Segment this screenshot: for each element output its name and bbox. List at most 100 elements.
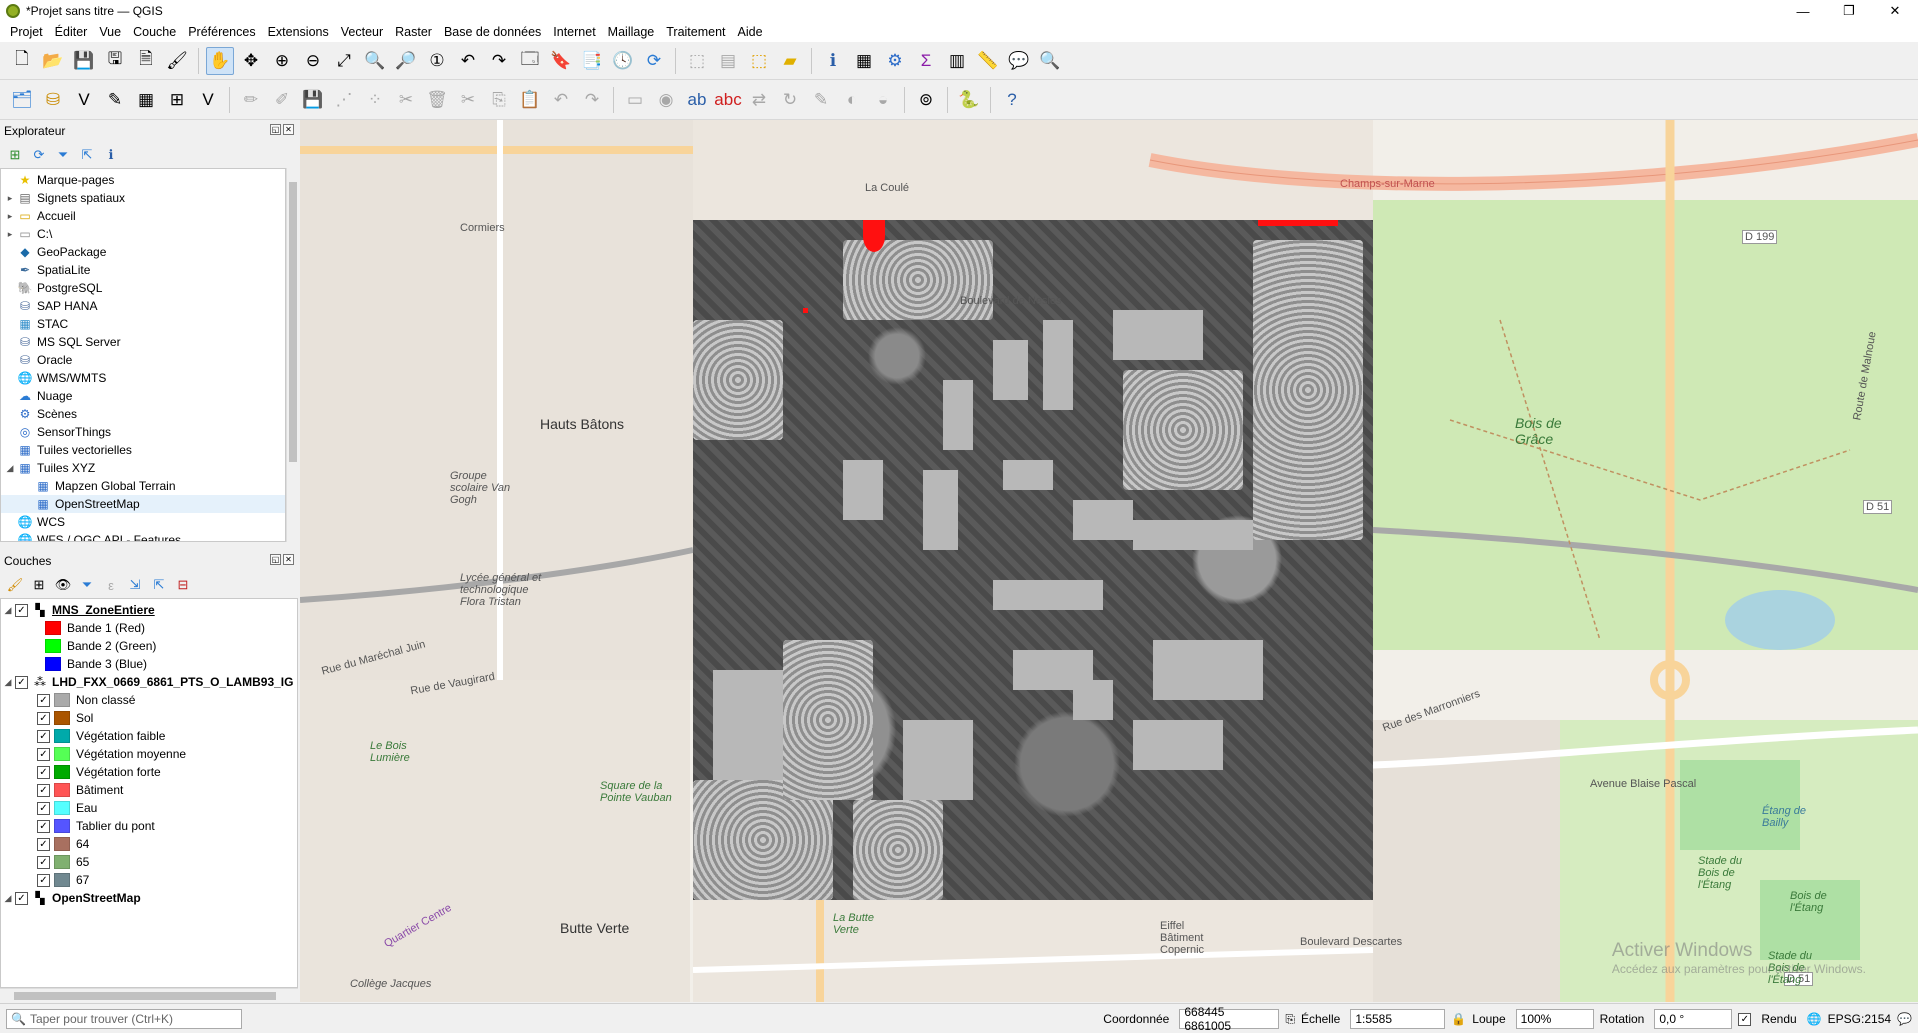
browser-item[interactable]: ◆ GeoPackage xyxy=(1,243,285,261)
locator-search-input[interactable]: 🔍 Taper pour trouver (Ctrl+K) xyxy=(6,1009,242,1029)
settings-gear-icon[interactable]: ⚙ xyxy=(881,47,909,75)
menu-couche[interactable]: Couche xyxy=(127,25,182,39)
browser-item[interactable]: ▸ ▭ C:\ xyxy=(1,225,285,243)
add-selected-layers-icon[interactable]: ⊞ xyxy=(6,146,24,164)
expand-arrow-icon[interactable]: ▸ xyxy=(3,211,17,222)
menu-extensions[interactable]: Extensions xyxy=(262,25,335,39)
layer-row-mns[interactable]: ◢ ✓ ▚ MNS_ZoneEntiere xyxy=(1,601,297,619)
zoom-in-icon[interactable]: ⊕ xyxy=(268,47,296,75)
digitize-icon[interactable]: ⋰ xyxy=(330,86,358,114)
browser-scrollbar[interactable] xyxy=(286,168,298,542)
undock-icon[interactable]: ◱ xyxy=(270,554,281,565)
menu-internet[interactable]: Internet xyxy=(547,25,601,39)
show-bookmarks-icon[interactable]: 📑 xyxy=(578,47,606,75)
messages-icon[interactable]: 💬 xyxy=(1897,1012,1912,1026)
expand-arrow-icon[interactable]: ▸ xyxy=(3,193,17,204)
add-raster-icon[interactable]: ▦ xyxy=(132,86,160,114)
zoom-last-icon[interactable]: ↶ xyxy=(454,47,482,75)
class-visibility-checkbox[interactable]: ✓ xyxy=(37,783,50,797)
move-label-icon[interactable]: ⇄ xyxy=(745,86,773,114)
locate-icon[interactable]: 🔍 xyxy=(1036,47,1064,75)
layer-visibility-checkbox[interactable]: ✓ xyxy=(15,675,28,689)
style-manager-icon[interactable]: 🖌 xyxy=(163,47,191,75)
save-project-icon[interactable]: 💾 xyxy=(70,47,98,75)
manage-visibility-icon[interactable]: 👁 xyxy=(54,576,72,594)
class-visibility-checkbox[interactable]: ✓ xyxy=(37,747,50,761)
layer-labeling-icon[interactable]: ab xyxy=(683,86,711,114)
class-visibility-checkbox[interactable]: ✓ xyxy=(37,855,50,869)
browser-item[interactable]: ☁ Nuage xyxy=(1,387,285,405)
class-visibility-checkbox[interactable]: ✓ xyxy=(37,801,50,815)
change-label-icon[interactable]: ✎ xyxy=(807,86,835,114)
new-project-icon[interactable]: 🗋 xyxy=(8,47,36,75)
scale-field[interactable]: 1:5585 xyxy=(1350,1009,1446,1029)
add-virtual-layer-icon[interactable]: V xyxy=(194,86,222,114)
class-visibility-checkbox[interactable]: ✓ xyxy=(37,765,50,779)
statistics-sigma-icon[interactable]: Σ xyxy=(912,47,940,75)
properties-info-icon[interactable]: ℹ xyxy=(102,146,120,164)
collapse-arrow-icon[interactable]: ◢ xyxy=(1,605,15,616)
class-row[interactable]: ✓ Végétation faible xyxy=(1,727,297,745)
toggle-editing-icon[interactable]: ✏ xyxy=(237,86,265,114)
browser-item[interactable]: ★ Marque-pages xyxy=(1,171,285,189)
close-panel-icon[interactable]: ✕ xyxy=(283,124,294,135)
layer-row-osm[interactable]: ◢ ✓ ▚ OpenStreetMap xyxy=(1,889,297,907)
temporal-controller-icon[interactable]: 🕓 xyxy=(609,47,637,75)
add-mesh-icon[interactable]: ⊞ xyxy=(163,86,191,114)
paste-icon[interactable]: 📋 xyxy=(516,86,544,114)
class-visibility-checkbox[interactable]: ✓ xyxy=(37,693,50,707)
browser-item[interactable]: ◢ ▦ Tuiles XYZ xyxy=(1,459,285,477)
browser-item[interactable]: 🌐 WFS / OGC API - Features xyxy=(1,531,285,541)
add-delimited-text-icon[interactable]: ✎ xyxy=(101,86,129,114)
render-checkbox[interactable]: ✓ xyxy=(1738,1012,1752,1026)
current-edits-icon[interactable]: ✐ xyxy=(268,86,296,114)
filter-icon[interactable]: ⏷ xyxy=(54,146,72,164)
lock-scale-icon[interactable]: 🔒 xyxy=(1451,1012,1466,1026)
browser-item[interactable]: 🌐 WCS xyxy=(1,513,285,531)
deselect-icon[interactable]: ⬚ xyxy=(745,47,773,75)
menu-raster[interactable]: Raster xyxy=(389,25,438,39)
class-row[interactable]: ✓ 64 xyxy=(1,835,297,853)
class-row[interactable]: ✓ Végétation forte xyxy=(1,763,297,781)
zoom-selection-icon[interactable]: 🔍 xyxy=(361,47,389,75)
menu-maillage[interactable]: Maillage xyxy=(602,25,661,39)
maximize-icon[interactable]: ❐ xyxy=(1826,0,1872,22)
save-edits-icon[interactable]: 💾 xyxy=(299,86,327,114)
undock-icon[interactable]: ◱ xyxy=(270,124,281,135)
quickmapservices-icon[interactable]: ⊚ xyxy=(912,86,940,114)
copy-icon[interactable]: ⎘ xyxy=(485,86,513,114)
select-features-icon[interactable]: ⬚ xyxy=(683,47,711,75)
class-visibility-checkbox[interactable]: ✓ xyxy=(37,837,50,851)
remove-layer-icon[interactable]: ⊟ xyxy=(174,576,192,594)
label-pin-icon[interactable]: ▭ xyxy=(621,86,649,114)
label-abc-icon[interactable]: abc xyxy=(714,86,742,114)
menu-traitement[interactable]: Traitement xyxy=(660,25,731,39)
new-geopackage-icon[interactable]: ⛁ xyxy=(39,86,67,114)
new-layout-icon[interactable]: 🗎 xyxy=(132,47,160,75)
magnifier-field[interactable]: 100% xyxy=(1515,1009,1594,1029)
crs-label[interactable]: EPSG:2154 xyxy=(1828,1012,1891,1026)
browser-item[interactable]: ⛁ Oracle xyxy=(1,351,285,369)
modify-attributes-icon[interactable]: ✂ xyxy=(392,86,420,114)
close-panel-icon[interactable]: ✕ xyxy=(283,554,294,565)
filter-expression-icon[interactable]: ε xyxy=(102,576,120,594)
show-hide-labels-icon[interactable]: ◐ xyxy=(838,86,866,114)
browser-item[interactable]: ✒ SpatiaLite xyxy=(1,261,285,279)
undo-icon[interactable]: ↶ xyxy=(547,86,575,114)
class-visibility-checkbox[interactable]: ✓ xyxy=(37,873,50,887)
class-row[interactable]: ✓ Non classé xyxy=(1,691,297,709)
menu-editer[interactable]: Éditer xyxy=(49,25,94,39)
class-visibility-checkbox[interactable]: ✓ xyxy=(37,711,50,725)
menu-vue[interactable]: Vue xyxy=(93,25,127,39)
rotation-field[interactable]: 0,0 ° xyxy=(1654,1009,1733,1029)
python-console-icon[interactable]: 🐍 xyxy=(955,86,983,114)
expand-arrow-icon[interactable]: ◢ xyxy=(3,463,17,474)
refresh-icon[interactable]: ⟳ xyxy=(30,146,48,164)
menu-base-de-donnees[interactable]: Base de données xyxy=(438,25,547,39)
class-row[interactable]: ✓ Bâtiment xyxy=(1,781,297,799)
add-vector-icon[interactable]: V xyxy=(70,86,98,114)
cut-icon[interactable]: ✂ xyxy=(454,86,482,114)
class-row[interactable]: ✓ 67 xyxy=(1,871,297,889)
collapse-all-icon[interactable]: ⇱ xyxy=(150,576,168,594)
zoom-next-icon[interactable]: ↷ xyxy=(485,47,513,75)
